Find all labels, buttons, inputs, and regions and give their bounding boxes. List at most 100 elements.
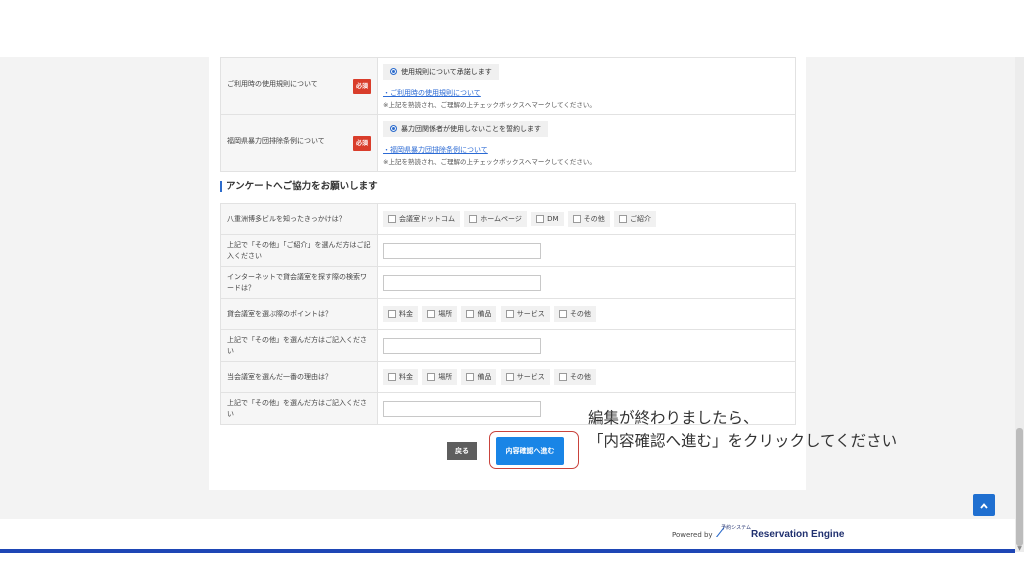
other-point-input[interactable] — [383, 337, 541, 354]
powered-by: Powered by ⁄予約システムReservation Engine — [672, 524, 844, 540]
survey-options: 会議室ドットコム ホームページ DM その他 ご紹介 — [377, 203, 796, 235]
checkbox-icon — [572, 215, 581, 223]
usage-rules-radio[interactable]: 使用規則について承諾します — [383, 63, 499, 80]
terms-value-cell: 暴力団関係者が使用しないことを誓約します ・福岡県暴力団排除条例について ※上記… — [377, 114, 796, 172]
option-label: 料金 — [399, 373, 413, 381]
option-label: DM — [547, 215, 559, 223]
survey-title: アンケートへご協力をお願いします — [220, 181, 378, 192]
survey-options: 料金 場所 備品 サービス その他 — [377, 361, 796, 393]
checkbox-icon — [466, 373, 475, 381]
option-label: その他 — [569, 373, 591, 381]
survey-row: 八重洲博多ビルを知ったきっかけは？ 会議室ドットコム ホームページ DM その他… — [220, 203, 796, 235]
terms-label-cell: 必須 ご利用時の使用規則について — [220, 57, 378, 115]
terms-table: 必須 ご利用時の使用規則について 使用規則について承諾します ・ご利用時の使用規… — [220, 57, 796, 172]
survey-row: 上記で「その他」「ご紹介」を選んだ方はご記入ください — [220, 234, 796, 267]
radio-selected-icon — [390, 125, 397, 132]
back-button[interactable]: 戻る — [447, 442, 477, 460]
other-referral-input[interactable] — [383, 242, 541, 259]
checkbox-option[interactable]: DM — [531, 212, 564, 226]
checkbox-option[interactable]: ホームページ — [464, 211, 527, 227]
option-label: ホームページ — [480, 215, 522, 223]
survey-input-cell — [377, 234, 796, 267]
checkbox-option[interactable]: ご紹介 — [614, 211, 657, 227]
survey-table: 八重洲博多ビルを知ったきっかけは？ 会議室ドットコム ホームページ DM その他… — [220, 203, 796, 425]
confirm-highlight-frame — [489, 431, 579, 469]
survey-label: 上記で「その他」を選んだ方はご記入ください — [220, 329, 378, 362]
terms-value-cell: 使用規則について承諾します ・ご利用時の使用規則について ※上記を熟読され、ご理… — [377, 57, 796, 115]
anti-gang-radio[interactable]: 暴力団関係者が使用しないことを誓約します — [383, 120, 548, 137]
checkbox-option[interactable]: その他 — [553, 369, 596, 385]
survey-label: 上記で「その他」を選んだ方はご記入ください — [220, 392, 378, 425]
survey-input-cell — [377, 329, 796, 362]
survey-row: 上記で「その他」を選んだ方はご記入ください — [220, 329, 796, 362]
usage-rules-link[interactable]: ・ご利用時の使用規則について — [383, 88, 790, 98]
survey-input-cell — [377, 266, 796, 299]
reservation-engine-logo: ⁄予約システムReservation Engine — [719, 524, 845, 540]
checkbox-option[interactable]: 料金 — [383, 306, 418, 322]
instruction-line-1: 編集が終わりましたら、 — [588, 409, 759, 427]
checkbox-icon — [388, 373, 396, 381]
terms-row: 必須 福岡県暴力団排除条例について 暴力団関係者が使用しないことを誓約します ・… — [220, 114, 796, 172]
survey-label: 当会議室を選んだ一番の理由は？ — [220, 361, 378, 393]
scrollbar-thumb[interactable] — [1016, 428, 1023, 546]
logo-small-text: 予約システム — [721, 525, 752, 531]
terms-label: ご利用時の使用規則について — [227, 79, 318, 88]
other-reason-input[interactable] — [383, 400, 541, 417]
checkbox-option[interactable]: その他 — [553, 306, 596, 322]
option-label: 備品 — [477, 373, 492, 381]
checkbox-option[interactable]: 場所 — [422, 306, 458, 322]
terms-note: ※上記を熟読され、ご理解の上チェックボックスへマークしてください。 — [383, 157, 596, 166]
checkbox-option[interactable]: 会議室ドットコム — [383, 211, 460, 227]
option-label: 料金 — [399, 310, 413, 318]
checkbox-icon — [427, 310, 436, 318]
checkbox-icon — [558, 310, 567, 318]
survey-row: インターネットで貸会議室を探す際の検索ワードは？ — [220, 266, 796, 299]
checkbox-option[interactable]: 備品 — [461, 306, 497, 322]
checkbox-option[interactable]: 料金 — [383, 369, 418, 385]
survey-label: 八重洲博多ビルを知ったきっかけは？ — [220, 203, 378, 235]
option-label: 備品 — [477, 310, 492, 318]
checkbox-icon — [388, 310, 396, 318]
survey-label: 上記で「その他」「ご紹介」を選んだ方はご記入ください — [220, 234, 378, 267]
checkbox-option[interactable]: その他 — [567, 211, 610, 227]
instruction-annotation: 編集が終わりましたら、 「内容確認へ進む」をクリックしてください — [588, 407, 897, 453]
checkbox-icon — [536, 215, 545, 223]
checkbox-icon — [388, 215, 396, 223]
terms-label: 福岡県暴力団排除条例について — [227, 136, 325, 145]
terms-row: 必須 ご利用時の使用規則について 使用規則について承諾します ・ご利用時の使用規… — [220, 57, 796, 115]
survey-label: 貸会議室を選ぶ際のポイントは？ — [220, 298, 378, 330]
footer-accent-bar — [0, 549, 1015, 553]
logo-text: Reservation Engine — [751, 529, 845, 540]
chevron-up-icon — [980, 502, 988, 509]
checkbox-icon — [619, 215, 628, 223]
radio-label: 暴力団関係者が使用しないことを誓約します — [401, 124, 541, 133]
checkbox-icon — [469, 215, 478, 223]
option-label: その他 — [569, 310, 591, 318]
survey-label: インターネットで貸会議室を探す際の検索ワードは？ — [220, 266, 378, 299]
terms-label-cell: 必須 福岡県暴力団排除条例について — [220, 114, 378, 172]
option-label: サービス — [516, 310, 545, 318]
checkbox-icon — [466, 310, 475, 318]
option-label: サービス — [516, 373, 545, 381]
checkbox-icon — [427, 373, 436, 381]
scroll-down-arrow-icon[interactable]: ▼ — [1016, 546, 1023, 552]
radio-label: 使用規則について承諾します — [401, 67, 492, 76]
search-keyword-input[interactable] — [383, 274, 541, 291]
instruction-line-2: 「内容確認へ進む」をクリックしてください — [588, 432, 898, 450]
checkbox-option[interactable]: サービス — [500, 306, 550, 322]
scroll-to-top-button[interactable] — [973, 494, 995, 516]
anti-gang-ordinance-link[interactable]: ・福岡県暴力団排除条例について — [383, 145, 790, 155]
checkbox-icon — [505, 310, 514, 318]
radio-selected-icon — [390, 68, 397, 75]
checkbox-option[interactable]: 備品 — [461, 369, 497, 385]
checkbox-option[interactable]: サービス — [500, 369, 550, 385]
option-label: 場所 — [438, 373, 453, 381]
checkbox-option[interactable]: 場所 — [422, 369, 458, 385]
survey-row: 当会議室を選んだ一番の理由は？ 料金 場所 備品 サービス その他 — [220, 361, 796, 393]
option-label: ご紹介 — [630, 215, 652, 223]
powered-by-text: Powered by — [672, 531, 713, 539]
checkbox-icon — [558, 373, 567, 381]
option-label: 場所 — [438, 310, 453, 318]
survey-row: 貸会議室を選ぶ際のポイントは？ 料金 場所 備品 サービス その他 — [220, 298, 796, 330]
required-badge: 必須 — [352, 135, 371, 151]
